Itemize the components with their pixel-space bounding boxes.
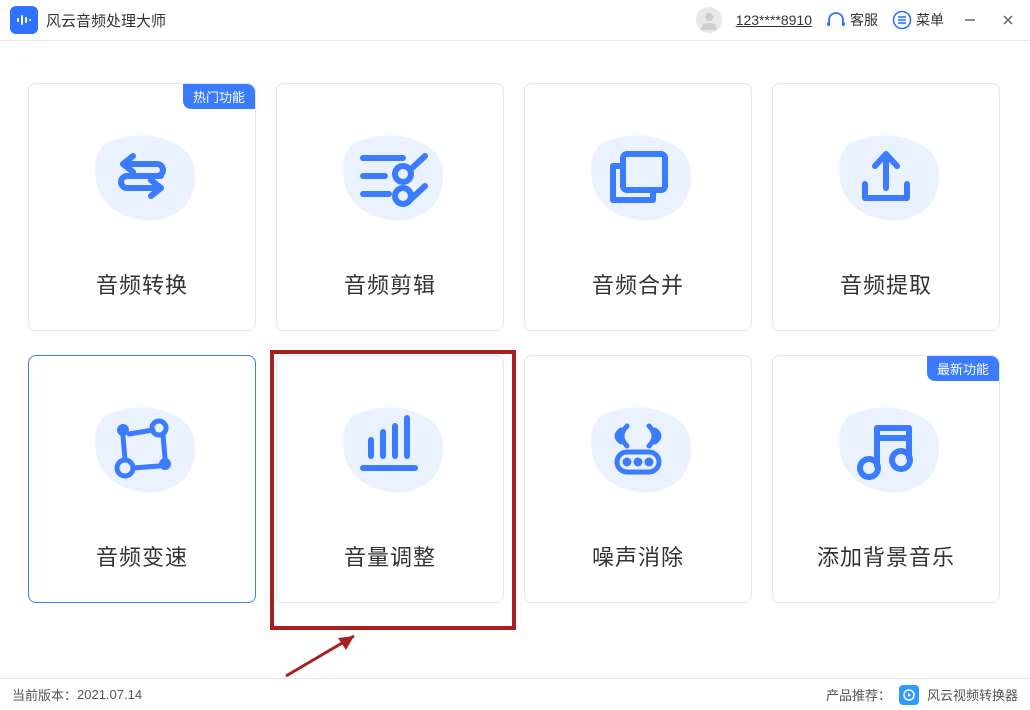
card-label: 音频剪辑 <box>344 268 436 300</box>
card-label: 音频转换 <box>96 268 188 300</box>
card-audio-extract[interactable]: 音频提取 <box>772 83 1000 331</box>
card-audio-convert[interactable]: 热门功能 音频转换 <box>28 83 256 331</box>
volume-icon <box>325 386 455 516</box>
noise-icon <box>573 386 703 516</box>
menu-label: 菜单 <box>916 10 944 30</box>
user-id-link[interactable]: 123****8910 <box>736 12 812 28</box>
card-label: 音频合并 <box>592 268 684 300</box>
recommend-product-icon <box>899 685 919 705</box>
menu-button[interactable]: 菜单 <box>892 10 944 30</box>
card-label: 噪声消除 <box>592 540 684 572</box>
version-label: 当前版本： <box>12 685 77 704</box>
convert-icon <box>77 114 207 244</box>
extract-icon <box>821 114 951 244</box>
cut-icon <box>325 114 455 244</box>
minimize-button[interactable] <box>958 8 982 32</box>
app-logo-icon <box>10 6 38 34</box>
menu-icon <box>892 10 912 30</box>
card-audio-merge[interactable]: 音频合并 <box>524 83 752 331</box>
annotation-arrow <box>276 624 376 684</box>
card-volume-adjust[interactable]: 音量调整 <box>276 355 504 603</box>
badge-new: 最新功能 <box>927 356 999 381</box>
feature-grid: 热门功能 音频转换 <box>28 83 1002 603</box>
customer-service-label: 客服 <box>850 10 878 30</box>
music-icon <box>821 386 951 516</box>
speed-icon <box>77 386 207 516</box>
card-add-bgm[interactable]: 最新功能 添加背景音乐 <box>772 355 1000 603</box>
footer: 当前版本： 2021.07.14 产品推荐： 风云视频转换器 <box>0 678 1030 710</box>
card-label: 音频提取 <box>840 268 932 300</box>
recommend-product-link[interactable]: 风云视频转换器 <box>927 685 1018 704</box>
close-button[interactable] <box>996 8 1020 32</box>
card-audio-cut[interactable]: 音频剪辑 <box>276 83 504 331</box>
version-value: 2021.07.14 <box>77 687 142 702</box>
titlebar: 风云音频处理大师 123****8910 客服 <box>0 0 1030 40</box>
recommend-label: 产品推荐： <box>826 685 891 704</box>
badge-hot: 热门功能 <box>183 84 255 109</box>
app-title: 风云音频处理大师 <box>46 10 166 31</box>
customer-service-button[interactable]: 客服 <box>826 10 878 30</box>
main-area: 热门功能 音频转换 <box>0 41 1030 603</box>
card-label: 添加背景音乐 <box>817 540 955 572</box>
card-noise-remove[interactable]: 噪声消除 <box>524 355 752 603</box>
card-label: 音量调整 <box>344 540 436 572</box>
avatar-icon[interactable] <box>696 7 722 33</box>
headset-icon <box>826 10 846 30</box>
merge-icon <box>573 114 703 244</box>
card-audio-speed[interactable]: 音频变速 <box>28 355 256 603</box>
card-label: 音频变速 <box>96 540 188 572</box>
